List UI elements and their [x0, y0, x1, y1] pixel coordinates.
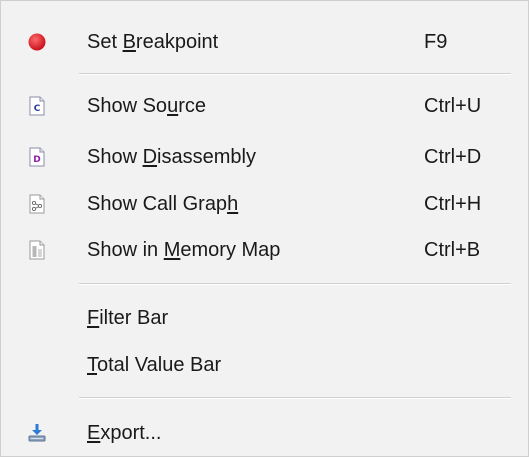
menu-item-show-in-memory-map[interactable]: Show in Memory Map Ctrl+B: [1, 227, 528, 273]
menu-item-label: Set Breakpoint: [87, 30, 219, 53]
disassembly-icon: D: [25, 145, 49, 169]
menu-item-filter-bar[interactable]: Filter Bar: [1, 295, 528, 341]
menu-item-label: Show Source: [87, 94, 206, 117]
menu-item-show-call-graph[interactable]: Show Call Graph Ctrl+H: [1, 181, 528, 227]
source-file-icon: C: [25, 94, 49, 118]
menu-item-show-disassembly[interactable]: D Show Disassembly Ctrl+D: [1, 134, 528, 180]
menu-item-label: Total Value Bar: [87, 353, 222, 376]
menu-item-label: Show in Memory Map: [87, 238, 281, 261]
shortcut-label: Ctrl+H: [424, 192, 482, 215]
menu-item-label: Show Disassembly: [87, 145, 256, 168]
menu-item-label: Export...: [87, 421, 162, 444]
menu-item-show-source[interactable]: C Show Source Ctrl+U: [1, 83, 528, 129]
call-graph-icon: [25, 192, 49, 216]
menu-item-set-breakpoint[interactable]: Set Breakpoint F9: [1, 19, 528, 65]
source-icon-letter: C: [34, 104, 41, 114]
shortcut-label: Ctrl+B: [424, 238, 481, 261]
menu-separator: [79, 397, 511, 399]
menu-item-export[interactable]: Export...: [1, 410, 528, 456]
menu-separator: [79, 73, 511, 75]
menu-separator: [79, 283, 511, 285]
shortcut-label: Ctrl+D: [424, 145, 482, 168]
breakpoint-icon: [25, 30, 49, 54]
shortcut-label: F9: [424, 30, 448, 53]
context-menu: Set Breakpoint F9 C Show Source Ctrl+U D…: [0, 0, 529, 457]
menu-item-total-value-bar[interactable]: Total Value Bar: [1, 342, 528, 388]
menu-item-label: Filter Bar: [87, 306, 169, 329]
memory-map-icon: [25, 238, 49, 262]
menu-item-label: Show Call Graph: [87, 192, 239, 215]
export-icon: [25, 421, 49, 445]
shortcut-label: Ctrl+U: [424, 94, 482, 117]
disassembly-icon-letter: D: [33, 155, 40, 165]
